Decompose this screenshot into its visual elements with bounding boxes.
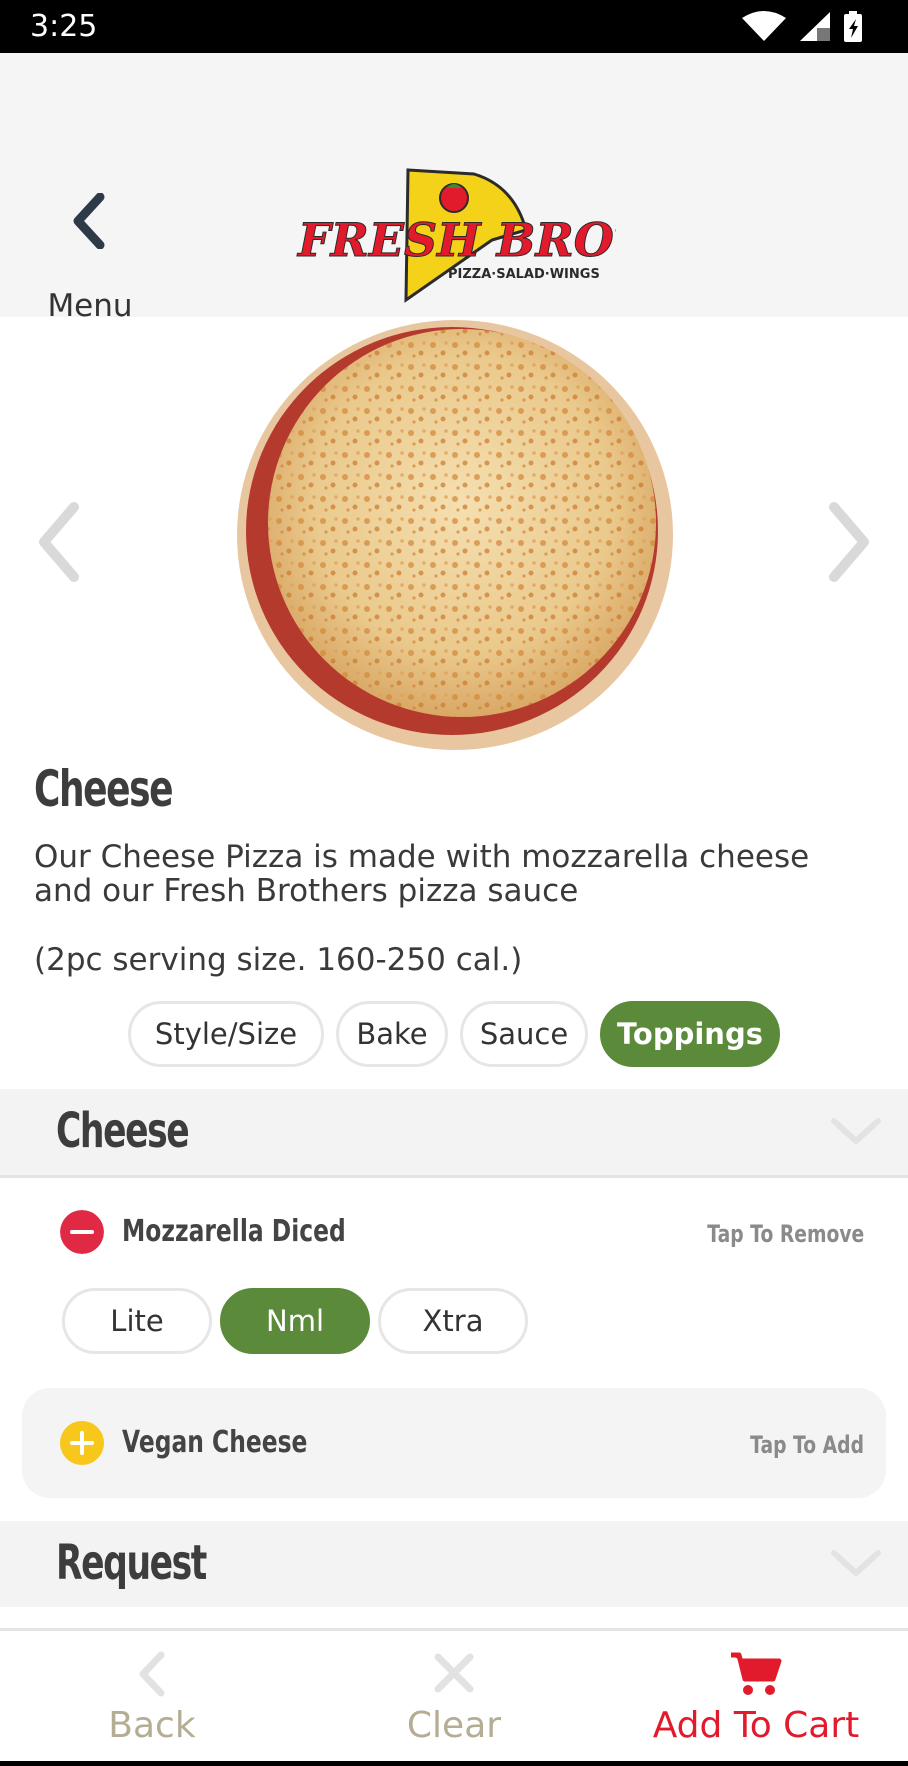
chevron-down-icon bbox=[831, 1550, 881, 1576]
topping-action-hint: Tap To Add bbox=[750, 1431, 864, 1459]
amount-lite-button[interactable]: Lite bbox=[62, 1288, 212, 1354]
section-title-cheese: Cheese bbox=[56, 1103, 190, 1159]
remove-icon[interactable] bbox=[60, 1210, 104, 1254]
clear-button[interactable]: Clear bbox=[304, 1631, 604, 1766]
app-header: Menu FRESH BROTHERS PIZZA·SALAD·WINGS bbox=[0, 53, 908, 324]
amount-extra-button[interactable]: Xtra bbox=[378, 1288, 528, 1354]
tab-toppings[interactable]: Toppings bbox=[600, 1001, 780, 1067]
customization-tabs: Style/Size Bake Sauce Toppings bbox=[128, 1001, 828, 1067]
chevron-down-icon bbox=[831, 1118, 881, 1144]
prev-arrow-icon[interactable] bbox=[30, 497, 90, 587]
back-button[interactable]: Back bbox=[2, 1631, 302, 1766]
fresh-brothers-logo: FRESH BROTHERS PIZZA·SALAD·WINGS bbox=[296, 168, 616, 303]
wifi-icon bbox=[742, 11, 786, 41]
product-title: Cheese bbox=[34, 760, 174, 818]
signal-icon bbox=[800, 12, 830, 41]
status-bar: 3:25 bbox=[0, 0, 908, 53]
clear-icon bbox=[434, 1653, 474, 1693]
add-to-cart-label: Add To Cart bbox=[652, 1705, 860, 1746]
tab-sauce[interactable]: Sauce bbox=[460, 1001, 588, 1067]
tab-bake[interactable]: Bake bbox=[336, 1001, 448, 1067]
add-icon[interactable] bbox=[60, 1421, 104, 1465]
section-header-request[interactable]: Request bbox=[0, 1521, 908, 1607]
section-divider bbox=[0, 1175, 908, 1178]
menu-back-button[interactable]: Menu bbox=[30, 138, 150, 324]
section-title-request: Request bbox=[56, 1535, 207, 1591]
back-icon bbox=[139, 1651, 165, 1697]
amount-normal-button[interactable]: Nml bbox=[220, 1288, 370, 1354]
topping-row-mozzarella[interactable]: Mozzarella Diced Tap To Remove bbox=[0, 1210, 908, 1270]
product-carousel bbox=[0, 317, 908, 757]
section-header-cheese[interactable]: Cheese bbox=[0, 1089, 908, 1175]
topping-action-hint: Tap To Remove bbox=[707, 1220, 864, 1248]
product-image bbox=[237, 320, 673, 750]
topping-name: Vegan Cheese bbox=[122, 1425, 308, 1460]
product-serving-info: (2pc serving size. 160-250 cal.) bbox=[34, 942, 523, 978]
back-label: Back bbox=[108, 1705, 196, 1746]
tab-style-size[interactable]: Style/Size bbox=[128, 1001, 324, 1067]
amount-selector: Lite Nml Xtra bbox=[62, 1288, 542, 1354]
cart-icon bbox=[731, 1652, 782, 1695]
system-nav-bar bbox=[0, 1761, 908, 1766]
logo-tagline: PIZZA·SALAD·WINGS bbox=[448, 267, 600, 282]
status-icons bbox=[742, 11, 862, 42]
battery-icon bbox=[844, 11, 862, 42]
topping-name: Mozzarella Diced bbox=[122, 1214, 346, 1249]
status-time: 3:25 bbox=[30, 9, 98, 44]
clear-label: Clear bbox=[406, 1705, 502, 1746]
add-to-cart-button[interactable]: Add To Cart bbox=[606, 1631, 906, 1766]
bottom-action-bar: Back Clear Add To Cart bbox=[0, 1628, 908, 1766]
next-arrow-icon[interactable] bbox=[818, 497, 878, 587]
logo-wordmark: FRESH BROTHERS bbox=[296, 213, 616, 267]
product-description: Our Cheese Pizza is made with mozzarella… bbox=[34, 839, 810, 909]
topping-row-vegan-cheese[interactable]: Vegan Cheese Tap To Add bbox=[22, 1388, 886, 1498]
back-chevron-icon bbox=[73, 193, 105, 249]
